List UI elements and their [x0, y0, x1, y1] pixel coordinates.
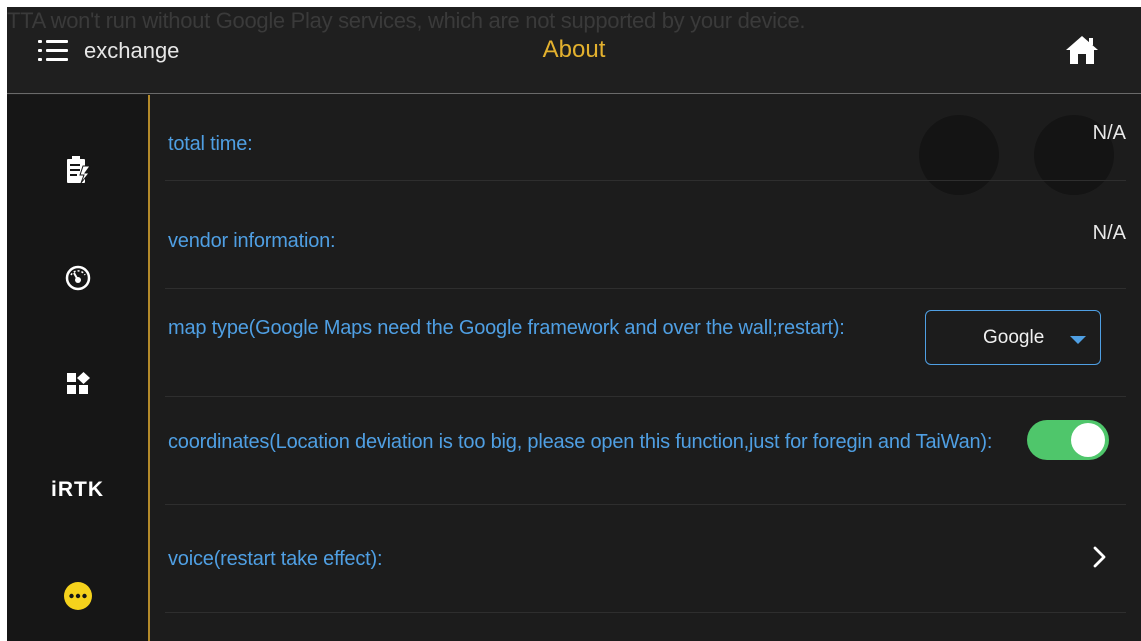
sidebar: iRTK	[7, 95, 150, 641]
voice-label: voice(restart take effect):	[168, 548, 383, 570]
setting-row-total-time: total time: N/A	[165, 95, 1126, 181]
home-button[interactable]	[1064, 34, 1100, 66]
more-dots-icon	[63, 582, 92, 610]
home-icon	[1066, 36, 1098, 64]
total-time-value: N/A	[1092, 122, 1126, 144]
vendor-value: N/A	[1092, 222, 1126, 244]
map-type-label: map type(Google Maps need the Google fra…	[168, 317, 845, 339]
page-title: About	[542, 36, 606, 63]
battery-edit-icon	[66, 156, 91, 184]
settings-list: total time: N/A vendor information: N/A …	[152, 95, 1141, 641]
caret-down-icon	[1070, 336, 1086, 344]
coordinates-toggle[interactable]	[1027, 420, 1109, 460]
sidebar-item-speed[interactable]	[7, 248, 148, 308]
chevron-right-icon[interactable]	[1090, 542, 1110, 572]
toggle-knob	[1071, 423, 1105, 457]
speedometer-icon	[65, 265, 90, 291]
sidebar-item-irtk[interactable]: iRTK	[7, 460, 148, 520]
map-type-selected: Google	[983, 327, 1045, 348]
sidebar-item-more[interactable]	[7, 566, 148, 626]
setting-row-map-type: map type(Google Maps need the Google fra…	[165, 289, 1126, 397]
screen: exchange About iRTK total time: N/A vend…	[0, 0, 1141, 641]
sidebar-item-apps[interactable]	[7, 354, 148, 414]
total-time-label: total time:	[168, 133, 253, 155]
toast-message: TTA won't run without Google Play servic…	[7, 8, 806, 33]
irtk-label: iRTK	[51, 478, 104, 501]
setting-row-coordinates: coordinates(Location deviation is too bi…	[165, 397, 1126, 505]
sidebar-item-battery[interactable]	[7, 140, 148, 200]
map-type-dropdown[interactable]: Google	[925, 310, 1101, 365]
app-window: exchange About iRTK total time: N/A vend…	[7, 7, 1141, 641]
apps-grid-icon	[66, 372, 90, 394]
coordinates-label: coordinates(Location deviation is too bi…	[168, 431, 993, 453]
setting-row-vendor: vendor information: N/A	[165, 181, 1126, 289]
vendor-label: vendor information:	[168, 230, 336, 252]
setting-row-voice[interactable]: voice(restart take effect):	[165, 505, 1126, 613]
